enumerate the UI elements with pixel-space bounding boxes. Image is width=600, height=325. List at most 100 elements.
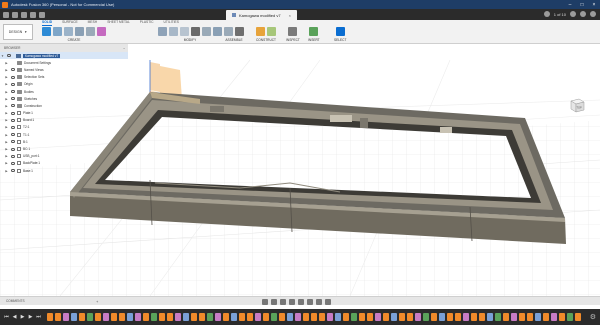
timeline-feature-icon[interactable]: [327, 313, 333, 321]
user-avatar[interactable]: [590, 11, 596, 17]
hole-icon[interactable]: [75, 27, 84, 36]
tab-plastic[interactable]: PLASTIC: [140, 20, 154, 26]
add-comment-icon[interactable]: +: [96, 299, 98, 304]
timeline-feature-icon[interactable]: [535, 313, 541, 321]
visibility-eye-icon[interactable]: [11, 161, 15, 165]
timeline-feature-icon[interactable]: [111, 313, 117, 321]
timeline-feature-icon[interactable]: [383, 313, 389, 321]
timeline-feature-icon[interactable]: [159, 313, 165, 321]
expand-arrow-icon[interactable]: ▶: [4, 140, 9, 144]
joint-icon[interactable]: [235, 27, 244, 36]
timeline-feature-icon[interactable]: [135, 313, 141, 321]
visibility-eye-icon[interactable]: [11, 97, 15, 101]
construct-menu[interactable]: CONSTRUCT: [256, 38, 276, 42]
timeline-feature-icon[interactable]: [103, 313, 109, 321]
timeline-feature-icon[interactable]: [303, 313, 309, 321]
timeline-feature-icon[interactable]: [359, 313, 365, 321]
create-menu[interactable]: CREATE: [68, 38, 81, 42]
insert-menu[interactable]: INSERT: [308, 38, 320, 42]
timeline-feature-icon[interactable]: [311, 313, 317, 321]
timeline-feature-icon[interactable]: [95, 313, 101, 321]
box-icon[interactable]: [86, 27, 95, 36]
timeline-feature-icon[interactable]: [367, 313, 373, 321]
timeline-feature-icon[interactable]: [295, 313, 301, 321]
expand-arrow-icon[interactable]: ▶: [4, 90, 9, 94]
expand-arrow-icon[interactable]: ▶: [4, 68, 9, 72]
timeline-feature-icon[interactable]: [279, 313, 285, 321]
timeline-feature-icon[interactable]: [79, 313, 85, 321]
timeline-feature-icon[interactable]: [191, 313, 197, 321]
timeline-feature-icon[interactable]: [439, 313, 445, 321]
timeline-feature-icon[interactable]: [47, 313, 53, 321]
expand-arrow-icon[interactable]: ▶: [4, 75, 9, 79]
timeline-feature-icon[interactable]: [119, 313, 125, 321]
new-sketch-icon[interactable]: [42, 27, 51, 36]
timeline-feature-icon[interactable]: [559, 313, 565, 321]
expand-arrow-icon[interactable]: ▶: [4, 125, 9, 129]
browser-header[interactable]: BROWSER –: [0, 44, 128, 52]
redo-icon[interactable]: [39, 11, 45, 18]
notifications-icon[interactable]: [570, 11, 576, 17]
timeline-feature-icon[interactable]: [455, 313, 461, 321]
zoom-icon[interactable]: [289, 299, 295, 305]
collapse-panel-icon[interactable]: –: [123, 46, 125, 50]
timeline-feature-icon[interactable]: [527, 313, 533, 321]
timeline-feature-icon[interactable]: [63, 313, 69, 321]
timeline-feature-icon[interactable]: [391, 313, 397, 321]
visibility-eye-icon[interactable]: [11, 68, 15, 72]
document-tab[interactable]: Kamogawa modified v7 ×: [226, 10, 297, 20]
grid-settings-icon[interactable]: [316, 299, 322, 305]
timeline-feature-icon[interactable]: [503, 313, 509, 321]
help-icon[interactable]: [580, 11, 586, 17]
timeline-feature-icon[interactable]: [143, 313, 149, 321]
expand-arrow-icon[interactable]: ▶: [4, 61, 9, 65]
measure-icon[interactable]: [288, 27, 298, 36]
timeline-feature-icon[interactable]: [223, 313, 229, 321]
tab-mesh[interactable]: MESH: [88, 20, 98, 26]
new-component-icon[interactable]: [224, 27, 233, 36]
timeline-feature-icon[interactable]: [239, 313, 245, 321]
timeline-feature-icon[interactable]: [471, 313, 477, 321]
go-to-start-icon[interactable]: ⏮: [4, 314, 9, 320]
new-tab-icon[interactable]: [543, 11, 550, 17]
browser-item[interactable]: ▶ USB_port:1: [0, 153, 128, 160]
press-pull-icon[interactable]: [158, 27, 167, 36]
timeline-feature-icon[interactable]: [167, 313, 173, 321]
browser-item[interactable]: ▶ Bodies: [0, 88, 128, 95]
timeline-feature-icon[interactable]: [207, 313, 213, 321]
visibility-eye-icon[interactable]: [7, 54, 11, 58]
browser-item[interactable]: ▶ Construction: [0, 102, 128, 109]
expand-arrow-icon[interactable]: ▶: [4, 161, 9, 165]
create-form-icon[interactable]: [97, 27, 106, 36]
browser-item[interactable]: ▶ Origin: [0, 81, 128, 88]
browser-item[interactable]: ▶ Plate:1: [0, 110, 128, 117]
orbit-icon[interactable]: [262, 299, 268, 305]
browser-root-item[interactable]: ▼ Kamogawa modified v7: [0, 52, 128, 60]
timeline-feature-icon[interactable]: [487, 313, 493, 321]
display-settings-icon[interactable]: [307, 299, 313, 305]
assemble-menu[interactable]: ASSEMBLE: [225, 38, 242, 42]
visibility-eye-icon[interactable]: [11, 125, 15, 129]
timeline-feature-icon[interactable]: [423, 313, 429, 321]
pan-icon[interactable]: [280, 299, 286, 305]
visibility-eye-icon[interactable]: [11, 111, 15, 115]
file-menu-icon[interactable]: [12, 11, 18, 18]
expand-arrow-icon[interactable]: ▶: [4, 82, 9, 86]
visibility-eye-icon[interactable]: [11, 154, 15, 158]
revolve-icon[interactable]: [64, 27, 73, 36]
visibility-eye-icon[interactable]: [11, 75, 15, 79]
timeline-feature-icon[interactable]: [575, 313, 581, 321]
timeline-feature-icon[interactable]: [399, 313, 405, 321]
browser-item[interactable]: ▶ Sketches: [0, 95, 128, 102]
view-cube[interactable]: TOP: [568, 96, 586, 114]
expand-arrow-icon[interactable]: ▶: [4, 133, 9, 137]
expand-arrow-icon[interactable]: ▶: [4, 97, 9, 101]
fillet-icon[interactable]: [169, 27, 178, 36]
go-to-end-icon[interactable]: ⏭: [36, 314, 41, 320]
browser-item[interactable]: ▶ B:1: [0, 138, 128, 145]
timeline-feature-icon[interactable]: [415, 313, 421, 321]
timeline-feature-icon[interactable]: [287, 313, 293, 321]
browser-item[interactable]: ▶ Document Settings: [0, 59, 128, 66]
timeline-feature-icon[interactable]: [463, 313, 469, 321]
tab-surface[interactable]: SURFACE: [62, 20, 78, 26]
